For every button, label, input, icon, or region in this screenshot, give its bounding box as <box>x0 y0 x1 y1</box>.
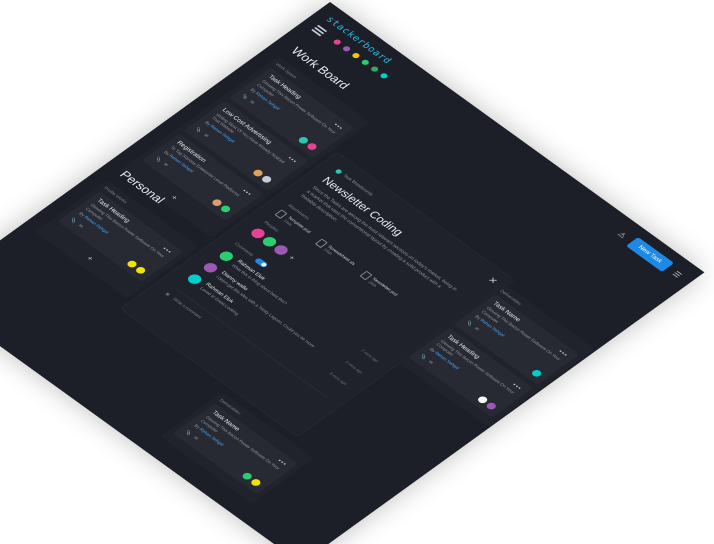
isometric-board: stackerboard ⚠ New Task ☰ Work Board Wor… <box>0 2 705 544</box>
attachment-icon[interactable]: 📎 <box>465 321 474 327</box>
attachment-icon[interactable]: 📎 <box>69 218 78 224</box>
breadcrumb-dot <box>334 168 343 175</box>
comments-toggle[interactable] <box>253 257 270 269</box>
attachment-icon[interactable]: 📎 <box>419 354 428 360</box>
file-icon <box>358 270 372 281</box>
avatar[interactable] <box>185 272 205 286</box>
comment-icon[interactable]: ✉ <box>427 360 434 365</box>
notification-icon[interactable]: ⚠ <box>615 229 629 239</box>
new-task-button[interactable]: New Task <box>625 236 675 272</box>
avatar[interactable] <box>484 401 498 411</box>
avatar[interactable] <box>219 204 233 214</box>
tab-dot[interactable] <box>369 65 380 73</box>
hamburger-menu-icon[interactable] <box>311 24 328 37</box>
tab-dot[interactable] <box>332 38 343 46</box>
add-person-icon[interactable]: + <box>287 254 297 261</box>
avatar[interactable] <box>271 243 291 257</box>
tab-dot[interactable] <box>341 45 352 53</box>
header-actions: ⚠ New Task ☰ <box>613 228 687 282</box>
file-icon <box>314 238 328 249</box>
avatar[interactable] <box>201 260 220 275</box>
comment-icon[interactable]: ✉ <box>473 327 480 332</box>
avatar[interactable] <box>217 249 236 263</box>
attachment-icon[interactable]: 📎 <box>194 127 203 133</box>
comment-icon[interactable]: ✉ <box>162 162 169 167</box>
tab-dot[interactable] <box>378 72 390 80</box>
attachment-icon[interactable]: 📎 <box>240 94 249 100</box>
comment-time: 8 mins ago <box>328 371 349 386</box>
eye-icon: ◉ <box>163 291 172 297</box>
menu-icon[interactable]: ☰ <box>670 269 684 279</box>
avatar[interactable] <box>530 368 544 378</box>
tab-dot[interactable] <box>350 51 361 60</box>
comment-input[interactable]: Write a comment <box>171 297 202 320</box>
attachment-icon[interactable]: 📎 <box>153 157 162 163</box>
comment-icon[interactable]: ✉ <box>77 224 84 229</box>
avatar[interactable] <box>260 174 274 184</box>
comment-icon[interactable]: ✉ <box>248 100 255 105</box>
comment-icon[interactable]: ✉ <box>202 133 209 138</box>
comment-time: 2 mins ago <box>360 348 380 363</box>
file-icon <box>274 209 288 220</box>
avatar[interactable] <box>134 265 148 275</box>
comment-icon[interactable]: ✉ <box>192 436 199 441</box>
avatar[interactable] <box>249 477 263 487</box>
avatar[interactable] <box>305 141 319 151</box>
task-card[interactable]: ••• Task Heading Glowing This Bacon Powe… <box>58 191 184 282</box>
comment-time: 5 mins ago <box>344 360 364 375</box>
tab-dot[interactable] <box>360 58 371 66</box>
attachment-icon[interactable]: 📎 <box>184 430 193 436</box>
